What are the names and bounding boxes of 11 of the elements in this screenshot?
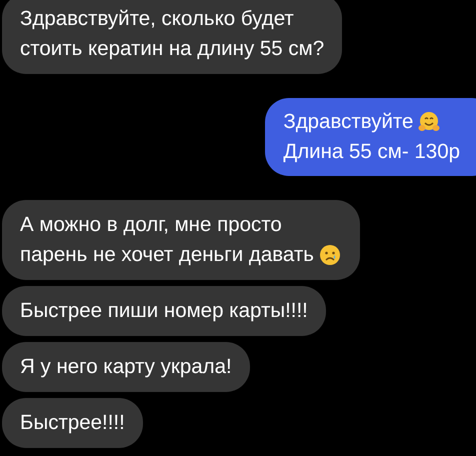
message-text: Длина 55 см- 130р <box>283 139 460 165</box>
message-text: стоить кератин на длину 55 см? <box>20 36 324 62</box>
message-text: Здравствуйте, сколько будет <box>20 6 294 32</box>
message-text: Быстрее!!!! <box>20 410 125 436</box>
smiley-hands-icon <box>417 110 442 134</box>
sad-face-icon <box>318 243 342 267</box>
message-text: Я у него карту украла! <box>20 354 232 380</box>
message-text: Здравствуйте <box>283 109 414 135</box>
message-text: А можно в долг, мне просто <box>20 212 282 238</box>
message-text: Быстрее пиши номер карты!!!! <box>20 298 308 324</box>
message-text: парень не хочет деньги давать <box>20 242 314 268</box>
